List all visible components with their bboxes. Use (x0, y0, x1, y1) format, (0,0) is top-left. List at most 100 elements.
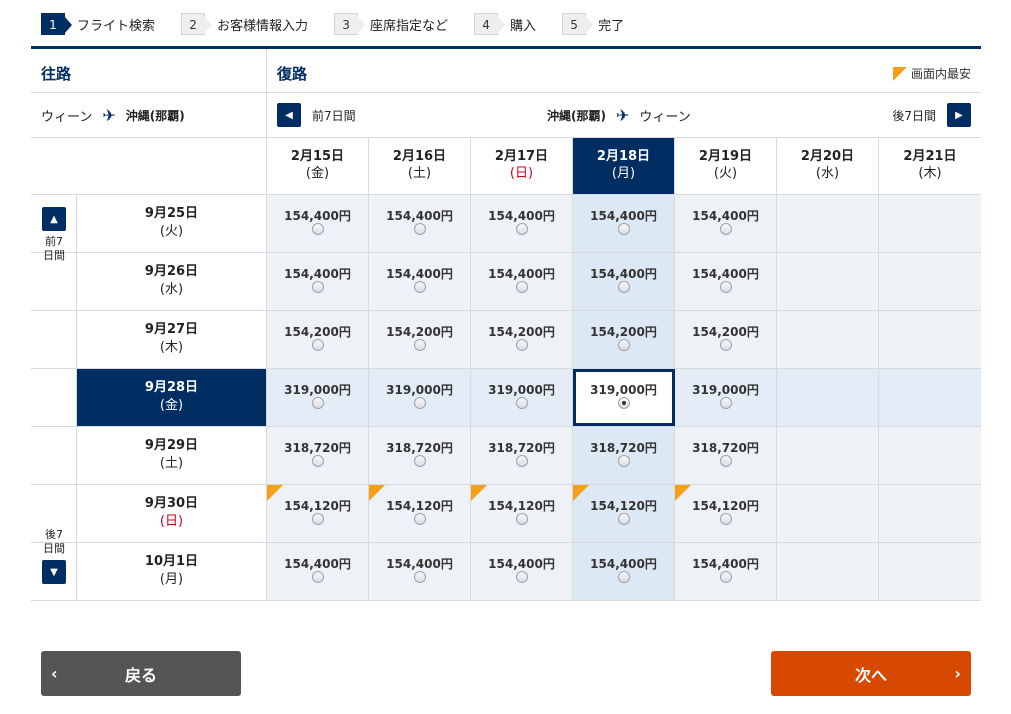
outbound-next-week-button[interactable]: 後7日間 ▼ (31, 528, 77, 584)
fare-radio[interactable] (311, 571, 324, 583)
fare-radio[interactable] (413, 223, 426, 235)
fare-radio[interactable] (719, 223, 732, 235)
fare-cell[interactable]: 318,720円 (267, 427, 369, 484)
fare-cell[interactable]: 319,000円 (471, 369, 573, 426)
fare-radio[interactable] (413, 281, 426, 293)
fare-radio[interactable] (515, 397, 528, 409)
fare-cell[interactable]: 154,400円 (675, 253, 777, 310)
fare-cell[interactable]: 319,000円 (369, 369, 471, 426)
fare-cell[interactable]: 154,400円 (675, 543, 777, 600)
fare-cell[interactable]: 318,720円 (369, 427, 471, 484)
fare-price: 154,400円 (488, 209, 555, 223)
fare-radio[interactable] (413, 571, 426, 583)
fare-cell[interactable]: 154,120円 (675, 485, 777, 542)
fare-radio[interactable] (617, 281, 630, 293)
fare-radio[interactable] (515, 571, 528, 583)
fare-radio[interactable] (617, 513, 630, 525)
fare-cell[interactable]: 154,400円 (369, 253, 471, 310)
fare-radio[interactable] (413, 455, 426, 467)
return-next-week-button[interactable]: 後7日間 ▶ (892, 103, 971, 127)
chevron-up-icon[interactable]: ▲ (42, 207, 66, 231)
fare-radio[interactable] (311, 397, 324, 409)
fare-cell[interactable]: 154,400円 (267, 253, 369, 310)
outbound-date[interactable]: 9月30日 (日) (77, 485, 267, 542)
fare-radio[interactable] (515, 281, 528, 293)
next-button[interactable]: 次へ › (771, 651, 971, 696)
fare-radio[interactable] (311, 281, 324, 293)
fare-radio[interactable] (617, 571, 630, 583)
fare-cell[interactable]: 154,400円 (675, 195, 777, 252)
fare-cell[interactable]: 154,400円 (471, 543, 573, 600)
return-date-3[interactable]: 2月17日 (日) (471, 138, 573, 194)
return-route: 沖縄(那覇) ✈ ウィーン (547, 106, 691, 125)
fare-cell[interactable]: 154,200円 (369, 311, 471, 368)
fare-radio[interactable] (719, 397, 732, 409)
return-prev-week-button[interactable]: ◀ 前7日間 (277, 103, 356, 127)
fare-radio[interactable] (311, 513, 324, 525)
chevron-left-icon[interactable]: ◀ (277, 103, 301, 127)
fare-radio[interactable] (719, 571, 732, 583)
fare-cell[interactable]: 319,000円 (267, 369, 369, 426)
fare-radio[interactable] (617, 455, 630, 467)
fare-radio[interactable] (413, 397, 426, 409)
fare-cell[interactable]: 154,200円 (267, 311, 369, 368)
cheapest-marker-icon (573, 485, 589, 501)
fare-cell[interactable]: 154,120円 (369, 485, 471, 542)
fare-radio[interactable] (617, 223, 630, 235)
empty-cell (879, 311, 981, 368)
fare-radio[interactable] (617, 397, 630, 409)
outbound-date[interactable]: 9月29日 (土) (77, 427, 267, 484)
outbound-prev-week-button[interactable]: ▲ 前7日間 (31, 207, 77, 263)
fare-cell[interactable]: 154,400円 (573, 195, 675, 252)
return-prev-week-label: 前7日間 (312, 108, 356, 123)
outbound-date[interactable]: 10月1日 (月) (77, 543, 267, 600)
fare-radio[interactable] (719, 513, 732, 525)
fare-cell[interactable]: 319,000円 (675, 369, 777, 426)
fare-radio[interactable] (719, 339, 732, 351)
fare-cell[interactable]: 154,120円 (573, 485, 675, 542)
fare-radio[interactable] (311, 339, 324, 351)
fare-cell[interactable]: 154,400円 (573, 253, 675, 310)
fare-cell[interactable]: 318,720円 (675, 427, 777, 484)
fare-radio[interactable] (515, 513, 528, 525)
fare-cell[interactable]: 319,000円 (573, 369, 675, 426)
fare-radio[interactable] (413, 513, 426, 525)
chevron-down-icon[interactable]: ▼ (42, 560, 66, 584)
return-date-2[interactable]: 2月16日 (土) (369, 138, 471, 194)
table-row: 9月26日 (水) 154,400円 154,400円 154,400円 154,400円… (31, 253, 981, 311)
fare-cell[interactable]: 154,400円 (369, 543, 471, 600)
fare-radio[interactable] (719, 281, 732, 293)
outbound-date[interactable]: 9月27日 (木) (77, 311, 267, 368)
fare-radio[interactable] (719, 455, 732, 467)
fare-radio[interactable] (515, 455, 528, 467)
return-date-4[interactable]: 2月18日 (月) (573, 138, 675, 194)
fare-cell[interactable]: 154,400円 (267, 195, 369, 252)
outbound-date[interactable]: 9月25日 (火) (77, 195, 267, 252)
fare-cell[interactable]: 154,200円 (675, 311, 777, 368)
fare-cell[interactable]: 154,400円 (471, 253, 573, 310)
fare-cell[interactable]: 154,400円 (369, 195, 471, 252)
outbound-date[interactable]: 9月26日 (水) (77, 253, 267, 310)
fare-radio[interactable] (617, 339, 630, 351)
back-button[interactable]: ‹ 戻る (41, 651, 241, 696)
fare-cell[interactable]: 154,400円 (471, 195, 573, 252)
return-date-6[interactable]: 2月20日 (水) (777, 138, 879, 194)
fare-cell[interactable]: 154,200円 (573, 311, 675, 368)
fare-radio[interactable] (515, 339, 528, 351)
fare-cell[interactable]: 154,400円 (267, 543, 369, 600)
outbound-date[interactable]: 9月28日 (金) (77, 369, 267, 426)
fare-cell[interactable]: 154,400円 (573, 543, 675, 600)
return-date-1[interactable]: 2月15日 (金) (267, 138, 369, 194)
fare-cell[interactable]: 154,200円 (471, 311, 573, 368)
fare-cell[interactable]: 318,720円 (471, 427, 573, 484)
return-date-7[interactable]: 2月21日 (木) (879, 138, 981, 194)
fare-cell[interactable]: 318,720円 (573, 427, 675, 484)
fare-cell[interactable]: 154,120円 (267, 485, 369, 542)
fare-radio[interactable] (311, 223, 324, 235)
return-date-5[interactable]: 2月19日 (火) (675, 138, 777, 194)
fare-radio[interactable] (413, 339, 426, 351)
fare-cell[interactable]: 154,120円 (471, 485, 573, 542)
fare-radio[interactable] (311, 455, 324, 467)
chevron-right-icon[interactable]: ▶ (947, 103, 971, 127)
fare-radio[interactable] (515, 223, 528, 235)
